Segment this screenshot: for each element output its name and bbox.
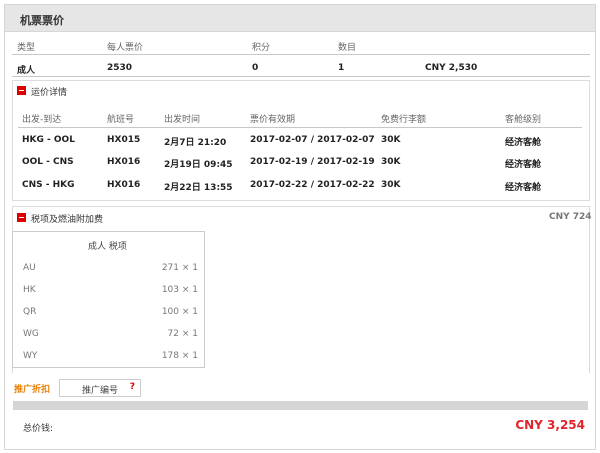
total-label: 总价钱:	[23, 424, 54, 434]
fare-flight: HX016	[107, 157, 141, 167]
panel-title: 机票票价	[20, 14, 64, 27]
fare-col-flight: 航班号	[107, 115, 135, 125]
tax-code: QR	[23, 307, 37, 317]
summary-count: 1	[338, 63, 345, 73]
summary-bottom-divider	[12, 76, 590, 77]
total-value: CNY 3,254	[515, 418, 585, 432]
summary-col-count: 数目	[338, 43, 357, 53]
fare-depart: 2月22日 13:55	[164, 183, 233, 193]
fare-route: OOL - CNS	[22, 157, 74, 167]
tax-amount: 178 × 1	[161, 351, 198, 361]
fare-validity: 2017-02-22 / 2017-02-22	[250, 180, 375, 190]
fare-cabin: 经济客舱	[505, 160, 542, 170]
tax-amount: 271 × 1	[161, 263, 198, 273]
fare-header-divider	[18, 127, 582, 128]
summary-divider	[12, 54, 590, 55]
tax-breakdown-table: 成人 税项 AU 271 × 1 HK 103 × 1 QR 100 × 1 W…	[12, 231, 205, 368]
summary-type: 成人	[17, 66, 36, 76]
promo-label: 推广折扣	[14, 385, 51, 395]
promo-placeholder: 推广编号	[82, 386, 119, 396]
fare-validity: 2017-02-19 / 2017-02-19	[250, 157, 375, 167]
fare-cabin: 经济客舱	[505, 138, 542, 148]
fare-route: CNS - HKG	[22, 180, 75, 190]
fare-details-title: 运价详情	[31, 88, 68, 98]
fare-baggage: 30K	[381, 180, 401, 190]
summary-price: 2530	[107, 63, 133, 73]
fare-depart: 2月7日 21:20	[164, 138, 227, 148]
fare-baggage: 30K	[381, 135, 401, 145]
fare-baggage: 30K	[381, 157, 401, 167]
fare-col-validity: 票价有效期	[250, 115, 296, 125]
collapse-taxes-icon[interactable]	[17, 213, 26, 222]
fare-col-depart: 出发时间	[164, 115, 201, 125]
tax-code: WY	[23, 351, 38, 361]
promo-code-input[interactable]: 推广编号 ?	[59, 379, 141, 397]
summary-subtotal: CNY 2,530	[425, 63, 478, 73]
fare-validity: 2017-02-07 / 2017-02-07	[250, 135, 375, 145]
taxes-title: 税项及燃油附加费	[31, 215, 104, 225]
fare-cabin: 经济客舱	[505, 183, 542, 193]
fare-route: HKG - OOL	[22, 135, 75, 145]
tax-amount: 103 × 1	[161, 285, 198, 295]
summary-col-points: 积分	[252, 43, 271, 53]
taxes-total: CNY 724	[549, 212, 592, 222]
fare-flight: HX015	[107, 135, 141, 145]
tax-code: AU	[23, 263, 36, 273]
summary-col-type: 类型	[17, 43, 36, 53]
panel-header: 机票票价	[5, 5, 595, 32]
total-bar	[13, 401, 588, 410]
fare-col-route: 出发-到达	[22, 115, 62, 125]
summary-col-price: 每人票价	[107, 43, 144, 53]
collapse-fare-details-icon[interactable]	[17, 86, 26, 95]
tax-code: WG	[23, 329, 39, 339]
fare-col-baggage: 免费行李额	[381, 115, 427, 125]
fare-col-cabin: 客舱级别	[505, 115, 542, 125]
summary-points: 0	[252, 63, 259, 73]
tax-amount: 72 × 1	[167, 329, 198, 339]
fare-flight: HX016	[107, 180, 141, 190]
fare-depart: 2月19日 09:45	[164, 160, 233, 170]
tax-code: HK	[23, 285, 36, 295]
tax-amount: 100 × 1	[161, 307, 198, 317]
help-icon[interactable]: ?	[130, 382, 135, 392]
tax-table-title: 成人 税项	[88, 242, 127, 252]
